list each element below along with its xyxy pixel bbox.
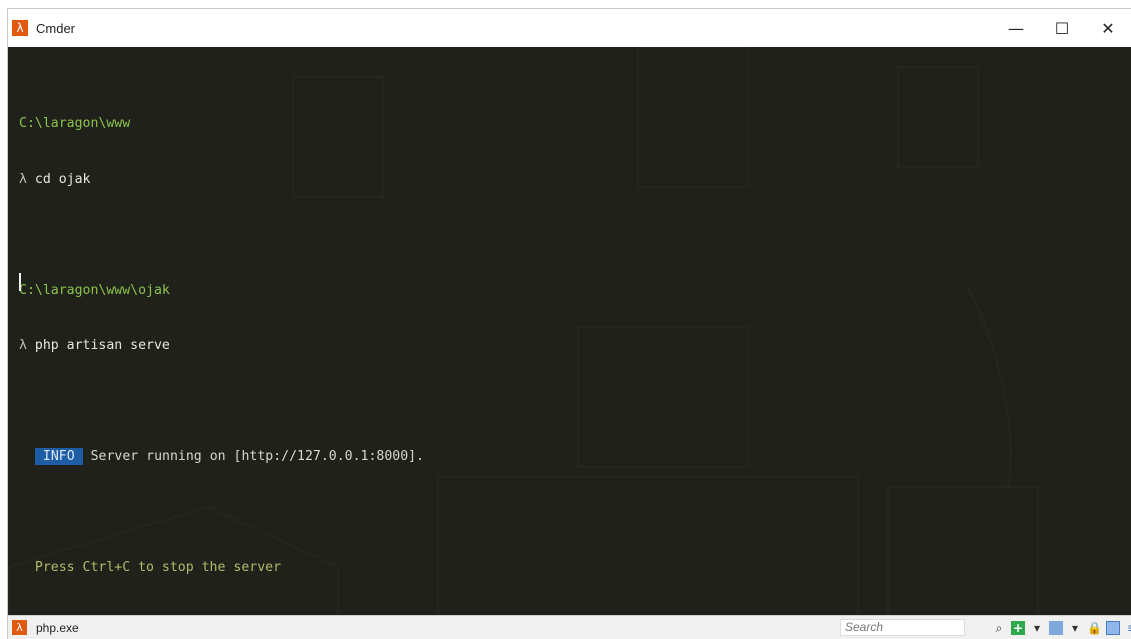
- cwd-path: C:\laragon\www: [19, 116, 131, 131]
- lock-icon[interactable]: 🔒: [1087, 621, 1102, 635]
- terminal-line: λ php artisan serve: [19, 337, 424, 356]
- stop-hint-text: Press Ctrl+C to stop the server: [34, 560, 282, 575]
- window-title: Cmder: [36, 20, 76, 36]
- text-cursor: [19, 273, 21, 291]
- cwd-path: C:\laragon\www\ojak: [19, 282, 170, 298]
- close-button[interactable]: ✕: [1085, 9, 1131, 47]
- prompt-symbol: λ: [19, 338, 35, 353]
- terminal-line: C:\laragon\www\ojak: [19, 282, 424, 301]
- split-icon[interactable]: [1049, 620, 1063, 635]
- terminal-output: C:\laragon\www λ cd ojak C:\laragon\www\…: [19, 78, 424, 615]
- dropdown-icon[interactable]: ▾: [1030, 621, 1044, 635]
- search-icon[interactable]: ⌕: [992, 621, 1006, 635]
- minimize-button[interactable]: —: [993, 9, 1039, 47]
- window-controls: — ☐ ✕: [993, 9, 1131, 47]
- terminal-line: C:\laragon\www: [19, 115, 424, 134]
- dropdown-icon[interactable]: ▾: [1068, 621, 1082, 635]
- tab-label: php.exe: [36, 620, 79, 635]
- new-console-icon[interactable]: +: [1011, 620, 1025, 635]
- title-bar[interactable]: λ Cmder — ☐ ✕: [8, 9, 1131, 47]
- menu-icon[interactable]: ≡: [1125, 621, 1131, 635]
- command-text: php artisan serve: [34, 338, 170, 353]
- status-bar: λ php.exe Search ⌕ + ▾ ▾ 🔒 ≡: [8, 615, 1131, 639]
- console-tab[interactable]: λ php.exe: [8, 616, 79, 639]
- lambda-app-icon: λ: [12, 20, 28, 36]
- terminal-line: INFO Server running on [http://127.0.0.1…: [19, 448, 424, 467]
- toolbar: ⌕ + ▾ ▾ 🔒 ≡: [987, 616, 1131, 639]
- terminal-line: Press Ctrl+C to stop the server: [19, 559, 424, 578]
- search-input[interactable]: Search: [840, 619, 965, 636]
- panel-icon[interactable]: [1106, 620, 1120, 635]
- terminal-area[interactable]: C:\laragon\www λ cd ojak C:\laragon\www\…: [8, 47, 1131, 616]
- cmder-window: λ Cmder — ☐ ✕ C:\laragon\www λ cd ojak C…: [8, 9, 1131, 639]
- lambda-tab-icon: λ: [12, 620, 27, 635]
- maximize-button[interactable]: ☐: [1039, 9, 1085, 47]
- terminal-line: λ cd ojak: [19, 171, 424, 190]
- command-text: cd ojak: [34, 171, 91, 187]
- server-running-text: Server running on [http://127.0.0.1:8000…: [82, 449, 425, 464]
- prompt-symbol: λ: [19, 171, 35, 187]
- info-badge: INFO: [34, 448, 83, 465]
